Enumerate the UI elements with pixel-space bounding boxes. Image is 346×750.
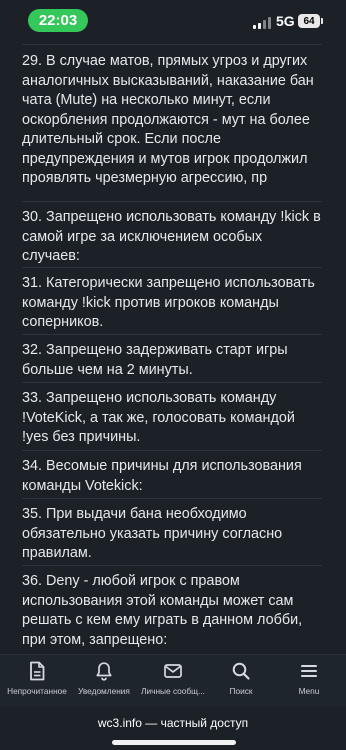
status-bar: 22:03 5G 64: [0, 0, 346, 44]
battery-level: 64: [303, 15, 315, 27]
battery-icon: 64: [298, 14, 323, 28]
divider: [22, 44, 322, 45]
bell-icon: [96, 662, 112, 681]
divider: [22, 201, 322, 202]
rule-text: 30. Запрещено использовать команду !kick…: [22, 209, 321, 264]
search-icon: [232, 662, 250, 680]
bottom-navigation: Непрочитанное Уведомления Личные сообщ..…: [0, 654, 346, 707]
rule-item-35: 35. При выдачи бана необходимо обязатель…: [22, 505, 322, 564]
divider: [22, 565, 322, 566]
document-icon: [30, 661, 45, 681]
rule-item-31: 31. Категорически запрещено использовать…: [22, 274, 322, 333]
rule-item-32: 32. Запрещено задерживать старт игры бол…: [22, 341, 322, 380]
nav-notifications[interactable]: Уведомления: [69, 661, 139, 696]
rules-list[interactable]: 29. В случае матов, прямых угроз и други…: [0, 44, 346, 654]
home-indicator[interactable]: [112, 740, 236, 745]
rule-text: 36. Deny - любой игрок с правом использо…: [22, 573, 303, 648]
divider: [22, 498, 322, 499]
divider: [22, 382, 322, 383]
nav-messages[interactable]: Личные сообщ...: [138, 661, 208, 696]
nav-unread[interactable]: Непрочитанное: [2, 661, 72, 696]
status-time: 22:03: [28, 9, 88, 32]
rule-text: 34. Весомые причины для использования ко…: [22, 458, 302, 494]
rule-item-36: 36. Deny - любой игрок с правом использо…: [22, 572, 322, 650]
nav-menu[interactable]: Menu: [274, 661, 344, 696]
rule-item-34: 34. Весомые причины для использования ко…: [22, 457, 322, 496]
rule-item-30: 30. Запрещено использовать команду !kick…: [22, 208, 322, 267]
divider: [22, 334, 322, 335]
envelope-icon: [164, 664, 182, 678]
address-text: wc3.info — частный доступ: [97, 716, 249, 730]
hamburger-menu-icon: [301, 665, 317, 677]
nav-label: Menu: [298, 686, 320, 696]
rule-text: 32. Запрещено задерживать старт игры бол…: [22, 342, 288, 378]
nav-label: Непрочитанное: [7, 686, 67, 696]
rule-item-29: 29. В случае матов, прямых угроз и други…: [22, 52, 322, 189]
rule-text: 33. Запрещено использовать команду !Vote…: [22, 390, 295, 445]
nav-search[interactable]: Поиск: [206, 661, 276, 696]
divider: [22, 450, 322, 451]
rule-text: 29. В случае матов, прямых угроз и други…: [22, 53, 314, 186]
divider: [22, 267, 322, 268]
signal-strength-icon: [253, 17, 271, 29]
nav-label: Личные сообщ...: [141, 686, 205, 696]
rule-item-33: 33. Запрещено использовать команду !Vote…: [22, 389, 322, 448]
network-type: 5G: [276, 13, 295, 29]
nav-label: Поиск: [229, 686, 253, 696]
nav-label: Уведомления: [78, 686, 130, 696]
rule-text: 35. При выдачи бана необходимо обязатель…: [22, 506, 283, 561]
rule-text: 31. Категорически запрещено использовать…: [22, 275, 315, 330]
